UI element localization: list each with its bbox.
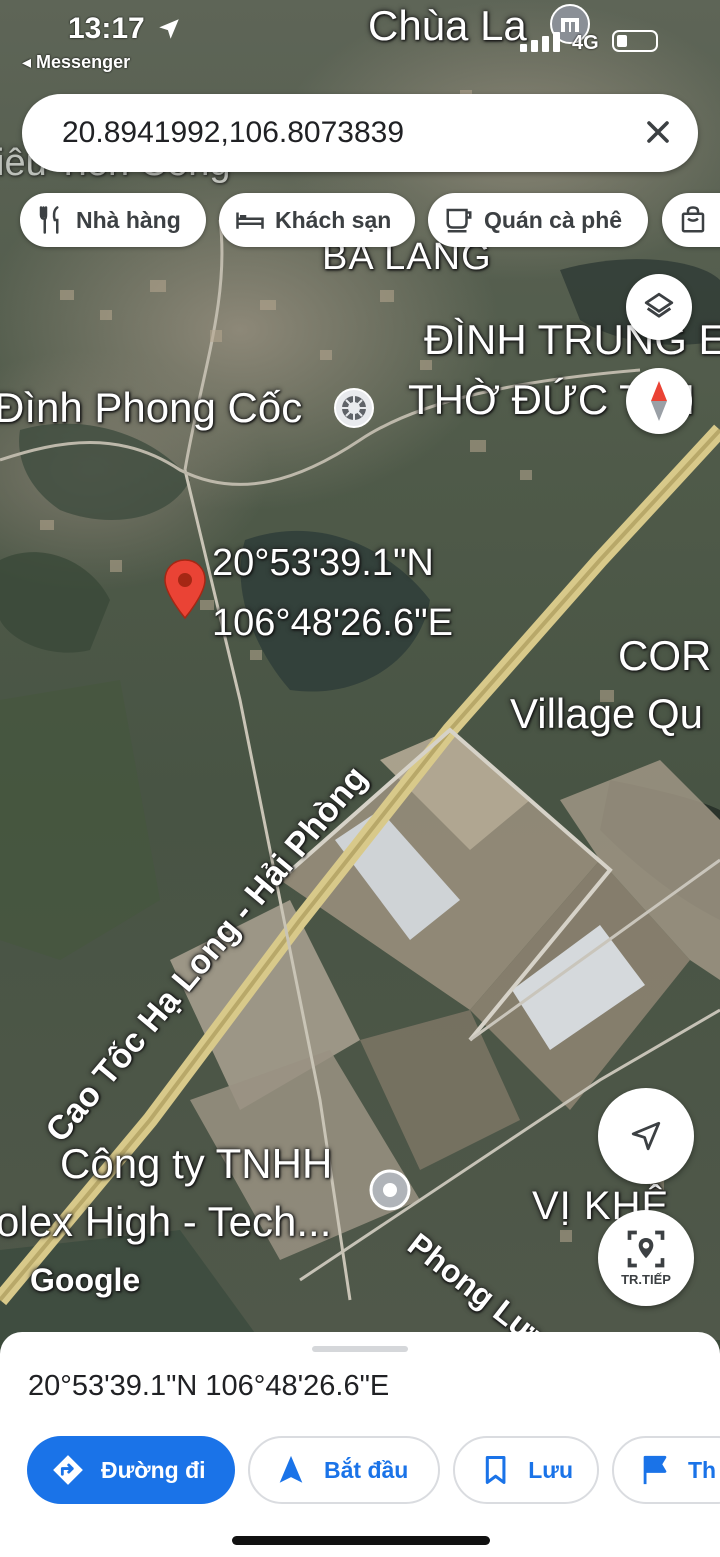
compass-button[interactable] [626, 368, 692, 434]
label-button[interactable]: Th [612, 1436, 720, 1504]
map-label-village[interactable]: Village Qu [510, 690, 703, 738]
battery-icon [612, 30, 658, 52]
chip-restaurants[interactable]: Nhà hàng [20, 193, 206, 247]
compass-icon [651, 381, 667, 421]
location-pin-icon[interactable] [162, 558, 208, 622]
directions-icon [53, 1455, 83, 1485]
my-location-button[interactable] [598, 1088, 694, 1184]
hotel-icon [236, 212, 264, 229]
signal-icon [520, 32, 560, 52]
chip-hotels[interactable]: Khách sạn [219, 193, 415, 247]
restaurant-icon [39, 206, 59, 234]
chip-label: Quán cà phê [484, 206, 623, 233]
directions-button[interactable]: Đường đi [27, 1436, 235, 1504]
chip-coffee[interactable]: Quán cà phê [428, 193, 648, 247]
location-arrow-icon [631, 1121, 661, 1151]
chip-label: Nhà hàng [76, 206, 181, 233]
start-button[interactable]: Bắt đầu [248, 1436, 440, 1504]
map-label-dinh-phong-coc[interactable]: Đình Phong Cốc [0, 384, 302, 432]
street-view-icon [627, 1230, 665, 1268]
shopping-bag-icon [681, 206, 705, 233]
layers-icon [644, 292, 674, 318]
save-label: Lưu [528, 1456, 573, 1483]
google-logo: Google [30, 1262, 141, 1298]
label-label: Th [688, 1456, 717, 1483]
start-label: Bắt đầu [324, 1456, 409, 1483]
map-label-company-line2[interactable]: olex High - Tech... [0, 1198, 331, 1246]
close-icon[interactable] [640, 114, 676, 150]
search-input[interactable]: 20.8941992,106.8073839 [62, 116, 404, 150]
place-coordinates: 20°53'39.1"N 106°48'26.6"E [28, 1370, 390, 1402]
bookmark-icon [485, 1456, 506, 1484]
map-label-chua-la[interactable]: Chùa La [368, 2, 527, 50]
location-arrow-icon [159, 19, 179, 39]
coffee-icon [446, 208, 472, 233]
map-label-company-line1[interactable]: Công ty TNHH [60, 1140, 332, 1188]
bottom-sheet[interactable]: 20°53'39.1"N 106°48'26.6"E Đường đi Bắt … [0, 1332, 720, 1557]
navigate-button[interactable]: TR.TIẾP [598, 1210, 694, 1306]
sheet-drag-handle[interactable] [312, 1346, 408, 1352]
navigate-label: TR.TIẾP [621, 1272, 671, 1287]
chip-label: Khách sạn [275, 206, 392, 233]
network-type: 4G [572, 32, 599, 54]
map-label-cor[interactable]: COR [618, 632, 711, 680]
save-button[interactable]: Lưu [453, 1436, 599, 1504]
place-of-worship-icon[interactable] [332, 386, 376, 430]
home-indicator[interactable] [232, 1536, 490, 1545]
navigation-arrow-icon [279, 1455, 303, 1483]
flag-icon [643, 1455, 667, 1485]
layers-button[interactable] [626, 274, 692, 340]
chip-shopping[interactable] [662, 193, 720, 247]
directions-label: Đường đi [101, 1456, 206, 1483]
pin-latitude-label: 20°53'39.1"N [212, 542, 434, 584]
pin-longitude-label: 106°48'26.6"E [212, 602, 453, 644]
status-time: 13:17 [68, 12, 145, 45]
back-to-app-link[interactable]: ◂ Messenger [22, 52, 130, 73]
place-marker-icon[interactable] [368, 1168, 412, 1212]
search-bar[interactable]: 20.8941992,106.8073839 [22, 94, 698, 172]
